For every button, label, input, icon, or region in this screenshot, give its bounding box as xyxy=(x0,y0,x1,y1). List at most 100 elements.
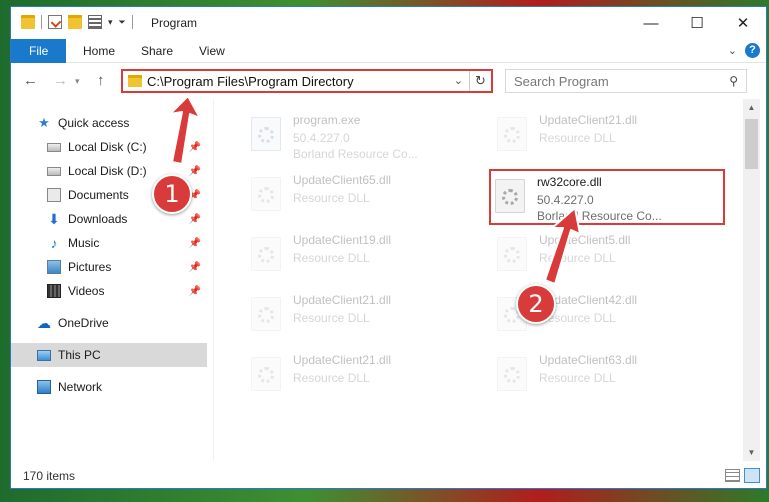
dll-file-icon xyxy=(497,237,527,271)
dll-file-icon xyxy=(497,117,527,151)
file-list: program.exe 50.4.227.0 Borland Resource … xyxy=(215,99,741,461)
refresh-icon[interactable]: ↻ xyxy=(469,71,491,91)
pin-icon[interactable]: 📌 xyxy=(189,286,201,297)
scroll-up-icon[interactable]: ▲ xyxy=(743,99,760,116)
file-item[interactable]: UpdateClient21.dll Resource DLL xyxy=(225,345,461,401)
file-name: UpdateClient19.dll xyxy=(293,233,392,247)
sidebar-item-pictures[interactable]: Pictures 📌 xyxy=(11,255,207,279)
tab-share[interactable]: Share xyxy=(127,39,187,63)
disk-icon xyxy=(47,142,61,152)
maximize-button[interactable]: ☐ xyxy=(674,7,720,39)
search-input[interactable]: Search Program ⚲ xyxy=(505,69,747,93)
pin-icon[interactable]: 📌 xyxy=(189,142,201,153)
file-name: UpdateClient21.dll xyxy=(539,113,638,127)
folder-icon xyxy=(128,75,142,87)
minimize-button[interactable]: — xyxy=(628,7,674,39)
exe-file-icon xyxy=(251,117,281,151)
dll-file-icon xyxy=(251,357,281,391)
expand-ribbon-icon[interactable]: ⌄ xyxy=(728,44,737,57)
window-title: Program xyxy=(151,16,198,30)
dll-file-icon xyxy=(497,357,527,391)
vertical-scrollbar[interactable]: ▲ ▼ xyxy=(743,99,760,461)
cloud-icon: ☁ xyxy=(37,315,51,331)
sidebar-item-this-pc[interactable]: This PC xyxy=(11,343,207,367)
file-type: Resource DLL xyxy=(539,251,616,265)
file-item[interactable]: UpdateClient63.dll Resource DLL xyxy=(471,345,707,401)
tab-home[interactable]: Home xyxy=(69,39,129,63)
file-name: UpdateClient65.dll xyxy=(293,173,392,187)
music-icon: ♪ xyxy=(50,235,58,251)
file-name: rw32core.dll xyxy=(537,175,602,189)
sidebar-item-local-disk-c[interactable]: Local Disk (C:) 📌 xyxy=(11,135,207,159)
navigation-bar: ← → ▾ ↑ C:\Program Files\Program Directo… xyxy=(11,63,766,99)
sidebar-item-label: Downloads xyxy=(68,212,128,226)
file-type: Resource DLL xyxy=(539,131,616,145)
sidebar-item-label: Quick access xyxy=(58,116,130,130)
tiles-view-icon[interactable] xyxy=(744,468,760,483)
help-icon[interactable]: ? xyxy=(745,43,760,58)
navigation-pane: ★ Quick access Local Disk (C:) 📌 Local D… xyxy=(11,99,207,461)
file-type: Resource DLL xyxy=(539,371,616,385)
back-arrow-icon[interactable]: ← xyxy=(23,72,38,89)
pin-icon[interactable]: 📌 xyxy=(189,166,201,177)
file-item[interactable]: UpdateClient65.dll Resource DLL xyxy=(225,165,461,221)
toolbar-divider xyxy=(41,15,42,29)
view-options-icon[interactable] xyxy=(88,15,102,29)
file-description: Borland Resource Co... xyxy=(293,147,418,161)
file-item-rw32core[interactable]: rw32core.dll 50.4.227.0 Borland Resource… xyxy=(489,169,725,225)
file-item[interactable]: UpdateClient5.dll Resource DLL xyxy=(471,225,707,281)
recent-locations-icon[interactable]: ▾ xyxy=(75,76,80,87)
sidebar-item-music[interactable]: ♪ Music 📌 xyxy=(11,231,207,255)
file-version: 50.4.227.0 xyxy=(293,131,350,145)
file-type: Resource DLL xyxy=(293,251,370,265)
up-arrow-icon[interactable]: ↑ xyxy=(97,72,105,89)
file-type: Resource DLL xyxy=(293,191,370,205)
status-bar: 170 items xyxy=(11,463,766,488)
sidebar-item-quick-access[interactable]: ★ Quick access xyxy=(11,111,207,135)
address-path[interactable]: C:\Program Files\Program Directory xyxy=(147,74,354,89)
file-name: UpdateClient21.dll xyxy=(293,353,392,367)
file-item[interactable]: UpdateClient21.dll Resource DLL xyxy=(225,285,461,341)
item-count: 170 items xyxy=(23,469,76,483)
sidebar-item-label: Network xyxy=(58,380,103,394)
file-type: Resource DLL xyxy=(293,371,370,385)
file-item[interactable]: program.exe 50.4.227.0 Borland Resource … xyxy=(225,105,461,161)
file-name: UpdateClient21.dll xyxy=(293,293,392,307)
sidebar-item-videos[interactable]: Videos 📌 xyxy=(11,279,207,303)
sidebar-item-network[interactable]: Network xyxy=(11,375,207,399)
file-name: program.exe xyxy=(293,113,361,127)
pictures-icon xyxy=(47,260,61,274)
scrollbar-thumb[interactable] xyxy=(745,119,758,169)
file-name: UpdateClient5.dll xyxy=(539,233,631,247)
chevron-down-icon[interactable]: ⌄ xyxy=(454,74,463,87)
search-icon[interactable]: ⚲ xyxy=(729,74,738,88)
customize-toolbar-icon[interactable]: ⏷ xyxy=(119,17,126,28)
sidebar-item-onedrive[interactable]: ☁ OneDrive xyxy=(11,311,207,335)
details-view-icon[interactable] xyxy=(725,469,740,482)
file-item[interactable]: UpdateClient42.dll Resource DLL xyxy=(471,285,707,341)
close-button[interactable]: ✕ xyxy=(720,7,766,39)
tab-view[interactable]: View xyxy=(185,39,239,63)
tab-file[interactable]: File xyxy=(11,39,67,63)
scroll-down-icon[interactable]: ▼ xyxy=(743,444,760,461)
dll-file-icon xyxy=(251,177,281,211)
file-type: Resource DLL xyxy=(293,311,370,325)
pin-icon[interactable]: 📌 xyxy=(189,214,201,225)
sidebar-item-label: Music xyxy=(68,236,100,250)
chevron-down-icon[interactable]: ▾ xyxy=(108,17,113,28)
download-icon: ⬇ xyxy=(48,211,60,227)
address-bar[interactable]: C:\Program Files\Program Directory ⌄ ↻ xyxy=(121,69,493,93)
pane-divider[interactable] xyxy=(213,99,214,461)
properties-icon[interactable] xyxy=(48,15,62,29)
step-marker-2: 2 xyxy=(516,284,556,324)
file-item[interactable]: UpdateClient21.dll Resource DLL xyxy=(471,105,707,161)
forward-arrow-icon[interactable]: → xyxy=(53,72,68,89)
dll-file-icon xyxy=(251,237,281,271)
file-item[interactable]: UpdateClient19.dll Resource DLL xyxy=(225,225,461,281)
sidebar-item-label: This PC xyxy=(58,348,101,362)
disk-icon xyxy=(47,166,61,176)
pin-icon[interactable]: 📌 xyxy=(189,262,201,273)
documents-icon xyxy=(47,188,61,202)
pin-icon[interactable]: 📌 xyxy=(189,238,201,249)
new-folder-icon[interactable] xyxy=(68,15,82,29)
